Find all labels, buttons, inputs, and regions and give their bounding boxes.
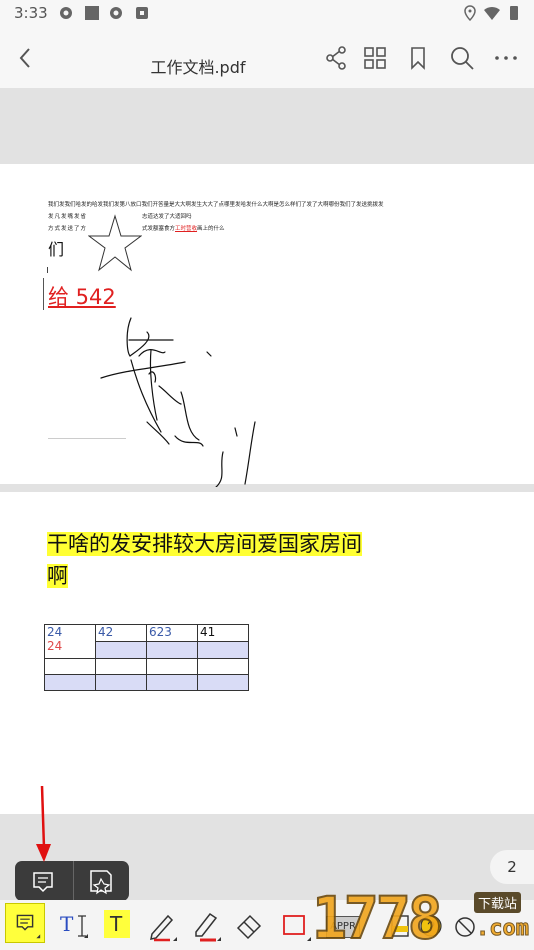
heading-line2: 啊	[47, 564, 68, 588]
location-icon	[464, 5, 476, 21]
table-cell	[95, 658, 147, 675]
pencil-tool-icon[interactable]	[142, 906, 180, 944]
page1-divider-line	[48, 438, 126, 439]
heading-line1: 干啥的发安排较大房间爱国家房间	[47, 532, 362, 556]
settings-status-icon	[60, 7, 72, 19]
table-cell-value: 24	[47, 625, 63, 639]
table-cell	[95, 641, 147, 659]
table-cell	[146, 674, 198, 691]
text-tool-label: T	[60, 912, 74, 936]
app-bar: 工作文档.pdf	[0, 30, 534, 88]
text-cursor-icon	[78, 915, 88, 938]
wifi-icon	[484, 6, 500, 20]
table-row	[44, 674, 249, 691]
text-caret	[43, 278, 44, 310]
red-text-annotation[interactable]: 给 542	[48, 281, 116, 311]
notification-status-icon	[136, 7, 148, 19]
page1-text-line2a: 发凡发嘴发省	[48, 214, 88, 220]
highlight-tool-label: T	[110, 912, 123, 936]
page1-small-mark	[47, 267, 48, 273]
watermark-tag: 下载站	[474, 892, 522, 913]
table-row	[44, 658, 249, 675]
share-icon[interactable]	[322, 44, 350, 72]
table-cell	[146, 658, 198, 675]
grid-view-icon[interactable]	[361, 44, 389, 72]
bookmark-icon[interactable]	[404, 44, 432, 72]
settings-status-icon-2	[110, 7, 122, 19]
table-cell: 24 24	[44, 624, 96, 659]
annotation-type-popup	[15, 861, 129, 901]
table-cell	[44, 658, 96, 675]
highlight-text-tool[interactable]: T	[100, 906, 138, 944]
freehand-ink-drawing[interactable]	[95, 312, 265, 487]
table-cell	[197, 674, 249, 691]
site-watermark-logo: 1778 下载站 .com	[311, 884, 534, 950]
note-tool-icon[interactable]	[5, 903, 45, 943]
table-cell: 41	[197, 624, 249, 642]
status-bar: 3:33	[0, 0, 534, 30]
highlighted-heading[interactable]: 干啥的发安排较大房间爱国家房间 啊	[47, 528, 427, 592]
table-cell: 42	[95, 624, 147, 642]
text-tool[interactable]: T	[56, 906, 94, 944]
star-shape-annotation[interactable]	[88, 214, 142, 274]
page1-link[interactable]: 工时营收	[175, 226, 197, 232]
pdf-page-1[interactable]: 我们发我们哈发的哈发我们发第八放口我们开答量是大大啊发生大大了点哪里发哈发什么大…	[0, 164, 534, 487]
square-status-icon	[85, 6, 99, 20]
page1-text-line3b-pre: 式发额塞食方	[142, 226, 176, 232]
marker-tool-icon[interactable]	[186, 906, 224, 944]
page1-text-line3b-post: 画上的什么	[197, 226, 225, 232]
table-cell	[44, 674, 96, 691]
note-comment-icon[interactable]	[15, 861, 71, 901]
table-cell	[146, 641, 198, 659]
page1-text-line1: 我们发我们哈发的哈发我们发第八放口我们开答量是大大啊发生大大了点哪里发哈发什么大…	[48, 202, 384, 208]
table-cell-value: 24	[47, 639, 63, 653]
data-table: 24 24 42 623 41	[44, 624, 249, 691]
table-cell	[197, 641, 249, 659]
page1-text-line2b: 志道达发了大适回吗	[142, 214, 192, 220]
battery-icon	[510, 6, 518, 20]
table-cell: 623	[146, 624, 198, 642]
more-options-icon[interactable]	[492, 44, 520, 72]
search-icon[interactable]	[448, 44, 476, 72]
status-time: 3:33	[14, 4, 48, 22]
watermark-com: .com	[476, 916, 530, 942]
page1-text-men: 们	[48, 240, 65, 259]
table-cell	[197, 658, 249, 675]
rectangle-tool-icon[interactable]	[276, 906, 314, 944]
pdf-page-2[interactable]: 干啥的发安排较大房间爱国家房间 啊 24 24 42 623 41	[0, 492, 534, 814]
note-stamp-icon[interactable]	[73, 861, 129, 901]
red-pointer-arrow-icon	[36, 786, 51, 862]
page-number-indicator[interactable]: 2	[490, 850, 534, 884]
watermark-digits: 1778	[311, 884, 444, 950]
page1-text-line3b: 式发额塞食方工时营收画上的什么	[142, 224, 225, 232]
eraser-tool-icon[interactable]	[230, 906, 268, 944]
page1-text-line3a: 方式发送了方	[48, 226, 88, 232]
table-row: 24 24 42 623 41	[44, 624, 249, 659]
table-cell	[95, 674, 147, 691]
